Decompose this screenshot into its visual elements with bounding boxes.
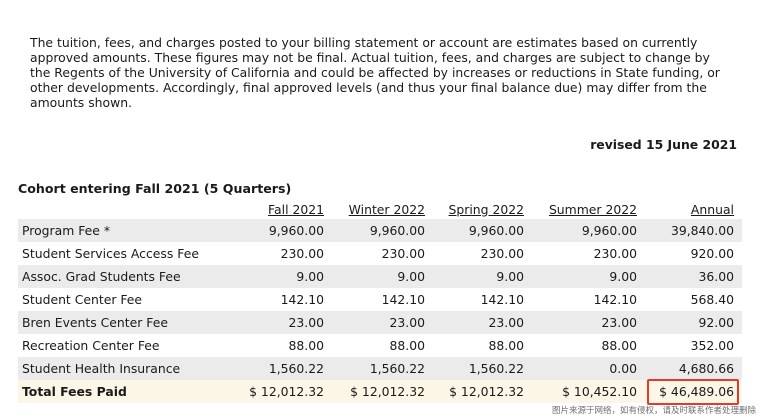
- table-row: Student Health Insurance 1,560.22 1,560.…: [18, 357, 742, 380]
- cohort-title: Cohort entering Fall 2021 (5 Quarters): [18, 181, 292, 196]
- table-row: Assoc. Grad Students Fee 9.00 9.00 9.00 …: [18, 265, 742, 288]
- cell-value: 1,560.22: [332, 357, 433, 380]
- row-label: Recreation Center Fee: [18, 334, 238, 357]
- table-row: Bren Events Center Fee 23.00 23.00 23.00…: [18, 311, 742, 334]
- cell-value: 23.00: [532, 311, 645, 334]
- cell-value: 0.00: [532, 357, 645, 380]
- column-header-label: Winter 2022: [348, 201, 425, 217]
- cell-value: 230.00: [238, 242, 332, 265]
- column-header-fall-2021: Fall 2021: [238, 199, 332, 219]
- row-label: Bren Events Center Fee: [18, 311, 238, 334]
- total-value: $ 12,012.32: [433, 380, 532, 403]
- cell-value: 9,960.00: [332, 219, 433, 242]
- cell-value: 920.00: [645, 242, 742, 265]
- table-row: Student Center Fee 142.10 142.10 142.10 …: [18, 288, 742, 311]
- column-header-label: Spring 2022: [448, 201, 524, 217]
- fee-disclaimer-text: The tuition, fees, and charges posted to…: [30, 35, 720, 110]
- cell-value: 88.00: [532, 334, 645, 357]
- cell-value: 88.00: [332, 334, 433, 357]
- cell-value: 36.00: [645, 265, 742, 288]
- table-row: Program Fee * 9,960.00 9,960.00 9,960.00…: [18, 219, 742, 242]
- table-row: Recreation Center Fee 88.00 88.00 88.00 …: [18, 334, 742, 357]
- cell-value: 9.00: [433, 265, 532, 288]
- total-row: Total Fees Paid $ 12,012.32 $ 12,012.32 …: [18, 380, 742, 403]
- cell-value: 23.00: [433, 311, 532, 334]
- cell-value: 23.00: [332, 311, 433, 334]
- revised-date: revised 15 June 2021: [590, 137, 737, 152]
- annual-total-highlight-box: [647, 379, 739, 405]
- column-header-label: Annual: [690, 201, 734, 217]
- cell-value: 23.00: [238, 311, 332, 334]
- row-label: Assoc. Grad Students Fee: [18, 265, 238, 288]
- column-header-winter-2022: Winter 2022: [332, 199, 433, 219]
- cell-value: 9.00: [238, 265, 332, 288]
- column-header-label: Fall 2021: [268, 201, 324, 217]
- cell-value: 142.10: [433, 288, 532, 311]
- label-column-header: [18, 199, 238, 219]
- cell-value: 92.00: [645, 311, 742, 334]
- row-label: Student Center Fee: [18, 288, 238, 311]
- cell-value: 9.00: [332, 265, 433, 288]
- table-row: Student Services Access Fee 230.00 230.0…: [18, 242, 742, 265]
- cell-value: 39,840.00: [645, 219, 742, 242]
- row-label: Student Services Access Fee: [18, 242, 238, 265]
- cell-value: 9,960.00: [238, 219, 332, 242]
- watermark-text: 图片来源于网络，如有侵权，请及时联系作者处理删除: [551, 406, 756, 416]
- column-header-summer-2022: Summer 2022: [532, 199, 645, 219]
- column-header-spring-2022: Spring 2022: [433, 199, 532, 219]
- row-label: Student Health Insurance: [18, 357, 238, 380]
- cell-value: 9,960.00: [532, 219, 645, 242]
- cell-value: 88.00: [238, 334, 332, 357]
- cell-value: 88.00: [433, 334, 532, 357]
- cell-value: 4,680.66: [645, 357, 742, 380]
- cell-value: 568.40: [645, 288, 742, 311]
- total-value: $ 12,012.32: [332, 380, 433, 403]
- cell-value: 230.00: [332, 242, 433, 265]
- total-label: Total Fees Paid: [18, 380, 238, 403]
- cell-value: 230.00: [532, 242, 645, 265]
- cell-value: 9.00: [532, 265, 645, 288]
- total-value: $ 12,012.32: [238, 380, 332, 403]
- cell-value: 1,560.22: [433, 357, 532, 380]
- cell-value: 1,560.22: [238, 357, 332, 380]
- table-header-row: Fall 2021 Winter 2022 Spring 2022 Summer…: [18, 199, 742, 219]
- cell-value: 9,960.00: [433, 219, 532, 242]
- total-value: $ 10,452.10: [532, 380, 645, 403]
- column-header-annual: Annual: [645, 199, 742, 219]
- cell-value: 142.10: [238, 288, 332, 311]
- cell-value: 230.00: [433, 242, 532, 265]
- column-header-label: Summer 2022: [548, 201, 637, 217]
- cell-value: 142.10: [332, 288, 433, 311]
- row-label: Program Fee *: [18, 219, 238, 242]
- cell-value: 352.00: [645, 334, 742, 357]
- fee-table: Fall 2021 Winter 2022 Spring 2022 Summer…: [18, 199, 742, 403]
- cell-value: 142.10: [532, 288, 645, 311]
